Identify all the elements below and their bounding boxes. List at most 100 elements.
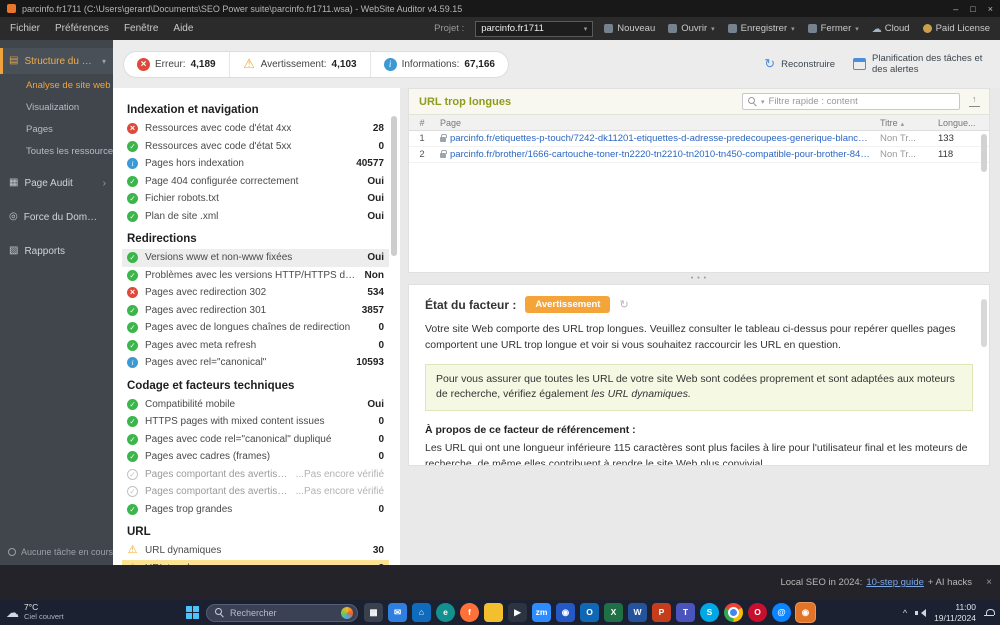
toolbar-button[interactable]: Paid License bbox=[922, 23, 990, 34]
factor-row[interactable]: Pages avec rel="canonical" 10593 bbox=[122, 354, 389, 372]
column-num[interactable]: # bbox=[409, 118, 435, 128]
toolbar-button-label: Cloud bbox=[884, 23, 910, 34]
tray-expand-icon[interactable] bbox=[903, 608, 907, 618]
rebuild-button[interactable]: Reconstruire bbox=[764, 58, 835, 70]
toolbar-button[interactable]: Nouveau bbox=[604, 23, 655, 34]
mail-icon[interactable]: ✉ bbox=[388, 603, 407, 622]
factor-row[interactable]: Problèmes avec les versions HTTP/HTTPS d… bbox=[122, 267, 389, 285]
toolbar-button[interactable]: Fermer bbox=[807, 23, 859, 34]
volume-icon[interactable] bbox=[915, 608, 927, 617]
factor-row[interactable]: URL dynamiques 30 bbox=[122, 542, 389, 560]
factor-row[interactable]: Pages hors indexation 40577 bbox=[122, 155, 389, 173]
titre-cell: Non Tr... bbox=[880, 133, 916, 144]
toolbar-button[interactable]: Ouvrir bbox=[668, 23, 714, 34]
factor-row[interactable]: Pages comportant des avertissements et d… bbox=[122, 466, 389, 484]
column-page[interactable]: Page bbox=[435, 118, 875, 128]
factor-row[interactable]: Compatibilité mobile Oui bbox=[122, 396, 389, 414]
sidebar-item[interactable]: Analyse de site web bbox=[0, 74, 113, 96]
row-number: 1 bbox=[419, 133, 425, 144]
factor-scrollbar[interactable] bbox=[391, 116, 397, 256]
excel-icon[interactable]: X bbox=[604, 603, 623, 622]
factor-row[interactable]: Pages avec de longues chaînes de redirec… bbox=[122, 319, 389, 337]
copilot-icon[interactable] bbox=[341, 606, 353, 619]
sidebar-item[interactable]: Visualization bbox=[0, 96, 113, 118]
notifications-icon[interactable] bbox=[984, 608, 995, 618]
task-view-icon[interactable]: ▦ bbox=[364, 603, 383, 622]
store-icon[interactable]: ⌂ bbox=[412, 603, 431, 622]
minimize-button[interactable]: – bbox=[953, 4, 958, 14]
search-input[interactable] bbox=[230, 607, 335, 618]
skype-icon[interactable]: S bbox=[700, 603, 719, 622]
factor-row[interactable]: Ressources avec code d'état 4xx 28 bbox=[122, 120, 389, 138]
close-button[interactable]: × bbox=[988, 4, 993, 14]
factor-row[interactable]: Pages avec redirection 302 534 bbox=[122, 284, 389, 302]
sidebar-section[interactable]: Rapports bbox=[0, 238, 113, 264]
firefox-icon[interactable]: f bbox=[460, 603, 479, 622]
opera-icon[interactable]: O bbox=[748, 603, 767, 622]
weather-widget[interactable]: 7°C Ciel couvert bbox=[6, 603, 64, 621]
menu-item[interactable]: Aide bbox=[173, 23, 193, 34]
export-icon[interactable] bbox=[968, 94, 981, 108]
status-counter[interactable]: Avertissement: 4,103 bbox=[230, 51, 371, 77]
factor-row[interactable]: Pages comportant des avertissements et d… bbox=[122, 483, 389, 501]
page-url-link[interactable]: parcinfo.fr/etiquettes-p-touch/7242-dk11… bbox=[450, 133, 870, 144]
menu-item[interactable]: Préférences bbox=[55, 23, 109, 34]
quick-filter[interactable] bbox=[742, 93, 960, 110]
detail-scrollbar[interactable] bbox=[981, 299, 987, 347]
column-titre[interactable]: Titre bbox=[875, 118, 933, 128]
word-icon[interactable]: W bbox=[628, 603, 647, 622]
factor-row[interactable]: Pages trop grandes 0 bbox=[122, 501, 389, 519]
factor-row[interactable]: HTTPS pages with mixed content issues 0 bbox=[122, 413, 389, 431]
table-row[interactable]: 1 parcinfo.fr/etiquettes-p-touch/7242-dk… bbox=[409, 131, 989, 147]
factor-row[interactable]: Pages avec code rel="canonical" dupliqué… bbox=[122, 431, 389, 449]
banner-close-icon[interactable]: × bbox=[986, 577, 992, 588]
toolbar-button[interactable]: Enregistrer bbox=[727, 23, 795, 34]
column-longueur[interactable]: Longue... bbox=[933, 118, 989, 128]
taskbar-search[interactable] bbox=[206, 603, 358, 622]
media-player-icon[interactable]: ▶ bbox=[508, 603, 527, 622]
factor-row[interactable]: Plan de site .xml Oui bbox=[122, 208, 389, 226]
toolbar-button[interactable]: Cloud bbox=[872, 23, 910, 34]
menu-item[interactable]: Fenêtre bbox=[124, 23, 158, 34]
refresh-icon[interactable] bbox=[619, 298, 628, 311]
thunderbird-icon[interactable]: @ bbox=[772, 603, 791, 622]
outlook-icon[interactable]: O bbox=[580, 603, 599, 622]
factor-row[interactable]: Ressources avec code d'état 5xx 0 bbox=[122, 138, 389, 156]
zoom-icon[interactable]: zm bbox=[532, 603, 551, 622]
website-auditor-icon[interactable]: ◉ bbox=[796, 603, 815, 622]
project-selector[interactable]: parcinfo.fr1711 bbox=[475, 20, 594, 37]
status-counter[interactable]: Informations: 67,166 bbox=[371, 52, 508, 77]
sidebar-section[interactable]: Page Audit bbox=[0, 170, 113, 196]
teams-icon[interactable]: T bbox=[676, 603, 695, 622]
clock[interactable]: 11:00 19/11/2024 bbox=[934, 602, 976, 622]
factor-row[interactable]: Versions www et non-www fixées Oui bbox=[122, 249, 389, 267]
sidebar-item[interactable]: Toutes les ressources bbox=[0, 140, 113, 162]
file-explorer-icon[interactable] bbox=[484, 603, 503, 622]
factor-row[interactable]: Fichier robots.txt Oui bbox=[122, 190, 389, 208]
sidebar-item[interactable]: Pages bbox=[0, 118, 113, 140]
sidebar-section[interactable]: Structure du site bbox=[0, 48, 113, 74]
factor-row[interactable]: Pages avec meta refresh 0 bbox=[122, 337, 389, 355]
sidebar-section[interactable]: Force du Domaine bbox=[0, 204, 113, 230]
factor-status-icon bbox=[127, 175, 138, 187]
menu-item[interactable]: Fichier bbox=[10, 23, 40, 34]
edge-icon[interactable]: e bbox=[436, 603, 455, 622]
splitter-handle[interactable] bbox=[408, 273, 990, 284]
quick-filter-input[interactable] bbox=[768, 96, 954, 107]
page-url-link[interactable]: parcinfo.fr/brother/1666-cartouche-toner… bbox=[450, 149, 870, 160]
maximize-button[interactable]: □ bbox=[970, 4, 975, 14]
factor-row[interactable]: Pages avec cadres (frames) 0 bbox=[122, 448, 389, 466]
start-button[interactable] bbox=[185, 605, 200, 620]
status-badge: Avertissement bbox=[525, 296, 611, 313]
table-row[interactable]: 2 parcinfo.fr/brother/1666-cartouche-ton… bbox=[409, 147, 989, 163]
table-scrollbar[interactable] bbox=[981, 134, 987, 172]
photos-icon[interactable]: ◉ bbox=[556, 603, 575, 622]
chrome-icon[interactable] bbox=[724, 603, 743, 622]
status-counter[interactable]: Erreur: 4,189 bbox=[124, 51, 230, 77]
factor-status-icon bbox=[127, 193, 138, 205]
factor-row[interactable]: Pages avec redirection 301 3857 bbox=[122, 302, 389, 320]
banner-link[interactable]: 10-step guide bbox=[866, 577, 924, 588]
powerpoint-icon[interactable]: P bbox=[652, 603, 671, 622]
schedule-button[interactable]: Planification des tâches et des alertes bbox=[853, 53, 984, 76]
factor-row[interactable]: Page 404 configurée correctement Oui bbox=[122, 173, 389, 191]
